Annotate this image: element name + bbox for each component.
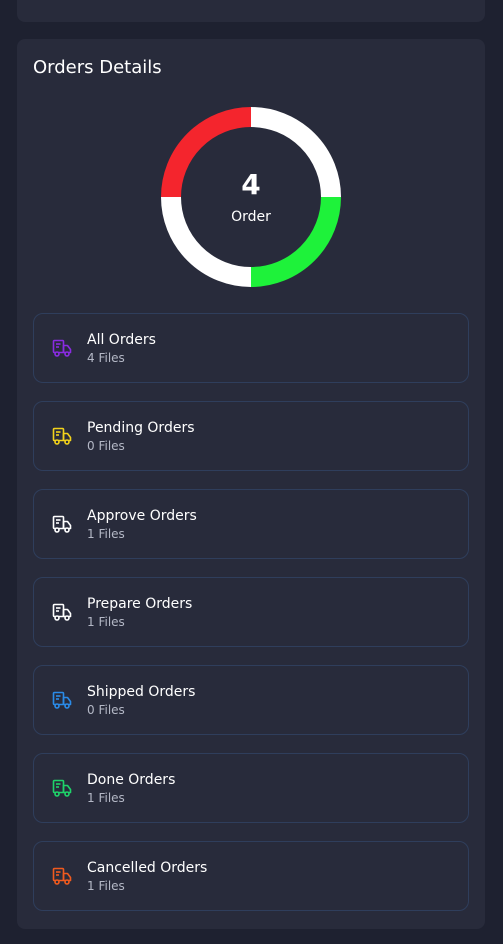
truck-icon [52,514,72,534]
order-item-prepare[interactable]: Prepare Orders 1 Files [33,577,469,647]
order-item-name: Prepare Orders [87,596,193,612]
order-item-name: All Orders [87,332,156,348]
order-item-name: Cancelled Orders [87,860,208,876]
order-item-files: 4 Files [87,351,125,365]
order-item-approve[interactable]: Approve Orders 1 Files [33,489,469,559]
donut-label: Order [231,209,271,225]
truck-icon [52,690,72,710]
truck-icon [52,338,72,358]
order-item-name: Done Orders [87,772,176,788]
order-item-files: 1 Files [87,615,125,629]
order-item-done[interactable]: Done Orders 1 Files [33,753,469,823]
order-item-files: 1 Files [87,879,125,893]
order-item-name: Approve Orders [87,508,197,524]
order-item-all[interactable]: All Orders 4 Files [33,313,469,383]
order-item-files: 0 Files [87,703,125,717]
order-item-cancelled[interactable]: Cancelled Orders 1 Files [33,841,469,911]
order-item-files: 1 Files [87,527,125,541]
truck-icon [52,778,72,798]
orders-donut-chart: 4 Order [160,106,342,288]
donut-center: 4 Order [160,106,342,288]
order-item-shipped[interactable]: Shipped Orders 0 Files [33,665,469,735]
truck-icon [52,602,72,622]
order-item-files: 1 Files [87,791,125,805]
order-item-name: Pending Orders [87,420,195,436]
donut-count: 4 [241,168,261,201]
order-list: All Orders 4 Files Pending Orders 0 File… [33,313,469,929]
previous-card [17,0,485,22]
order-item-pending[interactable]: Pending Orders 0 Files [33,401,469,471]
truck-icon [52,866,72,886]
orders-details-panel: Orders Details 4 Order All Orders 4 File… [17,39,485,929]
truck-icon [52,426,72,446]
order-item-files: 0 Files [87,439,125,453]
panel-title: Orders Details [33,57,162,78]
order-item-name: Shipped Orders [87,684,196,700]
